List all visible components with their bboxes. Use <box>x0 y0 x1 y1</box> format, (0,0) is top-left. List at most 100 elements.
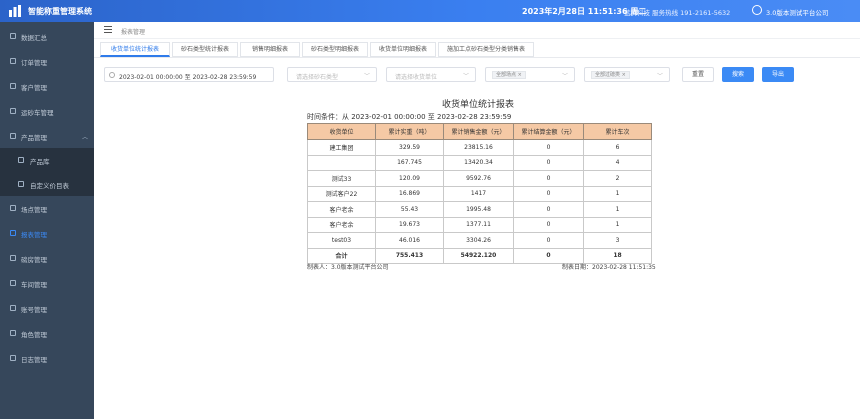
dashboard-icon <box>10 33 16 39</box>
sidebar-item-customers[interactable]: 客户管理 <box>0 74 94 98</box>
sidebar-item-label: 运砂车管理 <box>21 109 54 117</box>
table-cell: 客户老余 <box>307 216 376 233</box>
sand-type-select[interactable]: 请选择砂石类型 ﹀ <box>287 67 377 82</box>
sidebar-item-label: 订单管理 <box>21 59 47 67</box>
breadcrumb-bar: 报表管理 <box>94 22 860 39</box>
tab-receiver-stats[interactable]: 收货单位统计报表 <box>100 42 170 57</box>
table-header: 收货单位 累计实重（吨） 累计销售金额（元） 累计结算金额（元） 累计车次 <box>307 123 652 140</box>
sidebar-item-roles[interactable]: 角色管理 <box>0 321 94 345</box>
library-icon <box>18 157 24 163</box>
table-cell: test03 <box>307 232 376 249</box>
table-cell: 23815.16 <box>443 139 514 156</box>
chevron-down-icon: ﹀ <box>561 73 568 80</box>
user-icon[interactable] <box>752 5 762 15</box>
table-cell: 1417 <box>443 185 514 202</box>
column-header: 累计结算金额（元） <box>513 123 584 140</box>
sidebar-item-reports[interactable]: 报表管理 <box>0 221 94 245</box>
search-button[interactable]: 搜索 <box>722 67 754 82</box>
tab-sand-type-detail[interactable]: 砂石类型明细报表 <box>302 42 368 57</box>
table-cell: 0 <box>513 170 584 187</box>
weigh-type-tag-label: 全部过磅类 <box>595 72 621 78</box>
price-list-icon <box>18 181 24 187</box>
table-cell: 19.673 <box>375 216 444 233</box>
table-row: 测试33 120.09 9592.76 0 2 <box>307 170 652 187</box>
table-row: test03 46.016 3304.26 0 3 <box>307 232 652 249</box>
sidebar-item-label: 产品库 <box>30 158 50 166</box>
sidebar-item-orders[interactable]: 订单管理 <box>0 49 94 73</box>
chevron-up-icon: ︿ <box>82 134 89 141</box>
breadcrumb: 报表管理 <box>121 29 146 36</box>
sidebar-item-sites[interactable]: 场点管理 <box>0 196 94 220</box>
table-cell: 1 <box>583 201 652 218</box>
table-cell: 16.869 <box>375 185 444 202</box>
account-icon <box>10 305 16 311</box>
table-cell: 0 <box>513 185 584 202</box>
weigh-type-select[interactable]: 全部过磅类 × ﹀ <box>584 67 670 82</box>
chevron-down-icon: ﹀ <box>462 73 469 80</box>
table-cell <box>307 154 376 171</box>
menu-toggle-icon[interactable] <box>104 26 112 34</box>
sidebar-item-label: 角色管理 <box>21 331 47 339</box>
time-condition: 时间条件：从 2023-02-01 00:00:00 至 2023-02-28 … <box>307 113 512 121</box>
report-maker: 制表人：3.0版本测试平台公司 <box>307 264 389 271</box>
sidebar-item-products[interactable]: 产品管理 ︿ <box>0 124 94 148</box>
sidebar-item-accounts[interactable]: 账号管理 <box>0 296 94 320</box>
site-icon <box>10 205 16 211</box>
date-range-picker[interactable]: 2023-02-01 00:00:00 至 2023-02-28 23:59:5… <box>104 67 274 82</box>
report-title: 收货单位统计报表 <box>441 100 514 110</box>
table-cell: 329.59 <box>375 139 444 156</box>
table-cell: 54922.120 <box>443 247 514 264</box>
column-header: 收货单位 <box>307 123 376 140</box>
table-row: 建工集团 329.59 23815.16 0 6 <box>307 139 652 156</box>
tab-sand-type-stats[interactable]: 砂石类型统计报表 <box>172 42 238 57</box>
table-cell: 0 <box>513 139 584 156</box>
table-row: 客户老余 19.673 1377.11 0 1 <box>307 216 652 233</box>
tabs-divider <box>94 57 860 58</box>
report-date: 制表日期：2023-02-28 11:51:35 <box>562 264 656 271</box>
table-cell: 0 <box>513 232 584 249</box>
table-cell: 2 <box>583 170 652 187</box>
user-menu[interactable]: 3.0版本测试平台公司 <box>766 7 828 17</box>
sidebar-item-label: 磅房管理 <box>21 256 47 264</box>
table-cell: 1995.48 <box>443 201 514 218</box>
receiver-select[interactable]: 请选择收货单位 ﹀ <box>386 67 476 82</box>
date-range-separator: 至 <box>184 74 191 81</box>
receiver-placeholder: 请选择收货单位 <box>395 74 438 81</box>
chevron-down-icon: ﹀ <box>363 73 370 80</box>
role-icon <box>10 330 16 336</box>
weigh-type-tag: 全部过磅类 × <box>591 71 630 79</box>
table-cell: 1 <box>583 216 652 233</box>
sidebar-item-custom-price-list[interactable]: 自定义价目表 <box>0 172 94 196</box>
reset-button[interactable]: 重置 <box>682 67 714 82</box>
table-cell: 1 <box>583 185 652 202</box>
workshop-icon <box>10 280 16 286</box>
table-cell: 6 <box>583 139 652 156</box>
sidebar-item-label: 账号管理 <box>21 306 47 314</box>
table-cell: 167.745 <box>375 154 444 171</box>
sidebar-item-workshop[interactable]: 车间管理 <box>0 271 94 295</box>
sidebar-item-label: 产品管理 <box>21 134 47 142</box>
logo-icon <box>9 5 21 17</box>
tab-sales-detail[interactable]: 销售明细报表 <box>240 42 300 57</box>
sidebar-item-label: 自定义价目表 <box>30 182 69 190</box>
date-end: 2023-02-28 23:59:59 <box>192 74 257 81</box>
export-button[interactable]: 导出 <box>762 67 794 82</box>
table-cell: 0 <box>513 201 584 218</box>
sidebar-item-label: 报表管理 <box>21 231 47 239</box>
sidebar-item-logs[interactable]: 日志管理 <box>0 346 94 370</box>
table-cell: 0 <box>513 154 584 171</box>
table-cell: 3 <box>583 232 652 249</box>
tab-site-sand-classification[interactable]: 施加工点砂石类型分类销售表 <box>438 42 534 57</box>
sidebar-item-data-summary[interactable]: 数据汇总 <box>0 24 94 48</box>
tab-receiver-detail[interactable]: 收货单位明细报表 <box>370 42 436 57</box>
order-icon <box>10 58 16 64</box>
log-icon <box>10 355 16 361</box>
site-tag: 全部场点 × <box>492 71 526 79</box>
sidebar-item-trucks[interactable]: 运砂车管理 <box>0 99 94 123</box>
customer-icon <box>10 83 16 89</box>
site-select[interactable]: 全部场点 × ﹀ <box>485 67 575 82</box>
table-row: 167.745 13420.34 0 4 <box>307 154 652 171</box>
sidebar-item-product-library[interactable]: 产品库 <box>0 148 94 172</box>
table-cell: 46.016 <box>375 232 444 249</box>
sidebar-item-weighbridge[interactable]: 磅房管理 <box>0 246 94 270</box>
